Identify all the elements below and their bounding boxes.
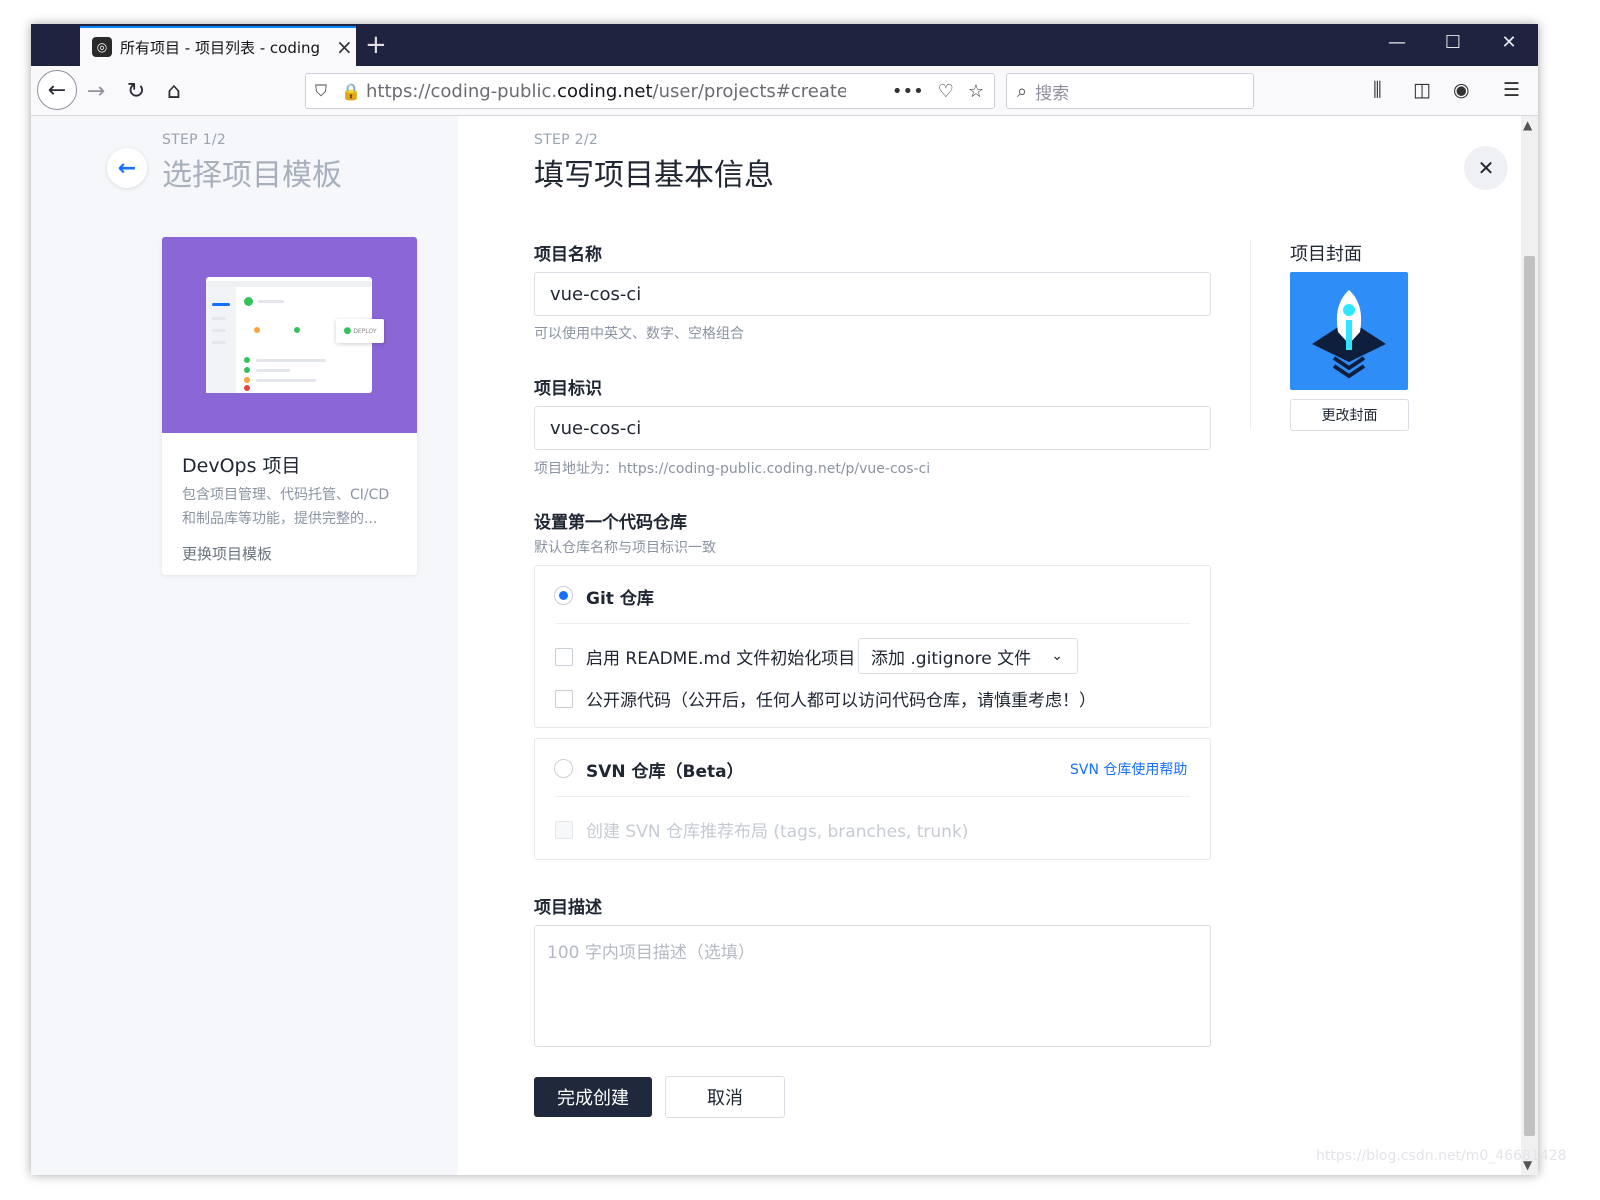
sidebar-icon[interactable]: ◫ bbox=[1413, 79, 1431, 101]
template-card[interactable]: ● DEPLOY DevOps 项目 包含项目管理、代码托管、CI/CD 和制品… bbox=[162, 237, 417, 575]
tab-close-icon[interactable]: × bbox=[336, 35, 353, 59]
description-textarea[interactable]: 100 字内项目描述（选填） bbox=[534, 925, 1211, 1047]
template-description: 包含项目管理、代码托管、CI/CD 和制品库等功能，提供完整的... bbox=[182, 487, 390, 527]
browser-window: ◎ 所有项目 - 项目列表 - coding × + — ☐ ✕ ← → ↻ ⌂… bbox=[31, 24, 1538, 1175]
minimize-icon[interactable]: — bbox=[1377, 32, 1417, 53]
left-title: 选择项目模板 bbox=[162, 158, 342, 193]
browser-tab[interactable]: ◎ 所有项目 - 项目列表 - coding × bbox=[80, 26, 356, 66]
deploy-badge: ● DEPLOY bbox=[336, 319, 384, 343]
close-window-icon[interactable]: ✕ bbox=[1489, 32, 1529, 53]
project-name-input[interactable]: vue-cos-ci bbox=[534, 272, 1211, 316]
lock-icon[interactable]: 🔒 bbox=[336, 82, 366, 101]
shield-icon[interactable]: ⛉ bbox=[306, 81, 336, 101]
nav-bar: ← → ↻ ⌂ ⛉ 🔒 https://coding-public.coding… bbox=[31, 66, 1538, 116]
form-step: STEP 2/2 bbox=[534, 132, 599, 148]
home-icon[interactable]: ⌂ bbox=[157, 74, 191, 108]
create-button[interactable]: 完成创建 bbox=[534, 1077, 652, 1117]
cover-label: 项目封面 bbox=[1290, 244, 1362, 265]
page-content: ← STEP 1/2 选择项目模板 ● DEPLOY DevOps 项目 包含项… bbox=[31, 116, 1521, 1175]
scroll-up-icon[interactable]: ▲ bbox=[1523, 118, 1532, 132]
page-scrollbar[interactable]: ▲ ▼ bbox=[1521, 116, 1538, 1175]
forward-arrow-icon[interactable]: → bbox=[79, 74, 113, 108]
public-source-checkbox[interactable] bbox=[555, 690, 573, 708]
svn-radio[interactable] bbox=[554, 759, 573, 778]
readme-label: 启用 README.md 文件初始化项目 bbox=[586, 649, 856, 669]
tab-title: 所有项目 - 项目列表 - coding bbox=[120, 38, 321, 57]
new-tab-icon[interactable]: + bbox=[365, 30, 387, 60]
git-repo-box: Git 仓库 启用 README.md 文件初始化项目 添加 .gitignor… bbox=[534, 565, 1211, 728]
git-radio[interactable] bbox=[554, 586, 573, 605]
more-icon[interactable]: ••• bbox=[892, 81, 924, 102]
git-label: Git 仓库 bbox=[586, 589, 654, 609]
change-template-link[interactable]: 更换项目模板 bbox=[182, 543, 272, 564]
svn-label: SVN 仓库（Beta） bbox=[586, 762, 744, 782]
project-name-hint: 可以使用中英文、数字、空格组合 bbox=[534, 326, 744, 342]
account-icon[interactable]: ◉ bbox=[1453, 79, 1470, 101]
cancel-button[interactable]: 取消 bbox=[665, 1076, 785, 1118]
url-text[interactable]: https://coding-public.coding.net/user/pr… bbox=[366, 81, 846, 102]
scrollbar-thumb[interactable] bbox=[1524, 256, 1535, 1136]
project-cover-image[interactable] bbox=[1290, 272, 1408, 390]
description-label: 项目描述 bbox=[534, 898, 602, 918]
change-cover-button[interactable]: 更改封面 bbox=[1290, 399, 1409, 431]
check-icon: ● bbox=[343, 326, 352, 336]
svn-help-link[interactable]: SVN 仓库使用帮助 bbox=[1070, 759, 1187, 779]
public-source-label: 公开源代码（公开后，任何人都可以访问代码仓库，请慎重考虑！） bbox=[586, 691, 1096, 711]
template-illustration: ● DEPLOY bbox=[162, 237, 417, 433]
bookmark-star-icon[interactable]: ☆ bbox=[968, 81, 984, 102]
project-id-input[interactable]: vue-cos-ci bbox=[534, 406, 1211, 450]
pocket-icon[interactable]: ♡ bbox=[938, 81, 954, 102]
template-name: DevOps 项目 bbox=[182, 455, 301, 477]
gitignore-select[interactable]: 添加 .gitignore 文件 ⌄ bbox=[858, 638, 1078, 674]
coding-favicon-icon: ◎ bbox=[92, 37, 112, 57]
tab-bar: ◎ 所有项目 - 项目列表 - coding × + — ☐ ✕ bbox=[31, 24, 1538, 66]
project-name-label: 项目名称 bbox=[534, 245, 602, 265]
left-step: STEP 1/2 bbox=[162, 132, 227, 148]
back-icon[interactable]: ← bbox=[107, 148, 147, 188]
svn-layout-label: 创建 SVN 仓库推荐布局 (tags, branches, trunk) bbox=[586, 822, 969, 842]
close-icon[interactable]: ✕ bbox=[1464, 146, 1508, 190]
watermark: https://blog.csdn.net/m0_46681428 bbox=[1316, 1148, 1567, 1164]
page-title: 填写项目基本信息 bbox=[534, 158, 774, 193]
project-id-label: 项目标识 bbox=[534, 379, 602, 399]
search-input[interactable]: ⌕ 搜索 bbox=[1006, 73, 1254, 109]
cover-divider bbox=[1250, 240, 1251, 430]
repo-label: 设置第一个代码仓库 bbox=[534, 513, 687, 533]
repo-hint: 默认仓库名称与项目标识一致 bbox=[534, 540, 716, 556]
template-pane: ← STEP 1/2 选择项目模板 ● DEPLOY DevOps 项目 包含项… bbox=[31, 116, 458, 1175]
search-icon: ⌕ bbox=[1017, 80, 1028, 102]
project-id-hint: 项目地址为：https://coding-public.coding.net/p… bbox=[534, 461, 931, 477]
svn-repo-box: SVN 仓库（Beta） SVN 仓库使用帮助 创建 SVN 仓库推荐布局 (t… bbox=[534, 738, 1211, 860]
url-bar[interactable]: ⛉ 🔒 https://coding-public.coding.net/use… bbox=[305, 73, 995, 109]
menu-icon[interactable]: ☰ bbox=[1503, 79, 1520, 101]
rocket-icon bbox=[1312, 290, 1386, 379]
library-icon[interactable]: ⫼ bbox=[1373, 79, 1382, 101]
back-arrow-icon[interactable]: ← bbox=[37, 70, 77, 110]
chevron-down-icon: ⌄ bbox=[1051, 648, 1063, 664]
readme-checkbox[interactable] bbox=[555, 648, 573, 666]
maximize-icon[interactable]: ☐ bbox=[1433, 32, 1473, 53]
reload-icon[interactable]: ↻ bbox=[119, 74, 153, 108]
svn-layout-checkbox[interactable] bbox=[555, 821, 573, 839]
